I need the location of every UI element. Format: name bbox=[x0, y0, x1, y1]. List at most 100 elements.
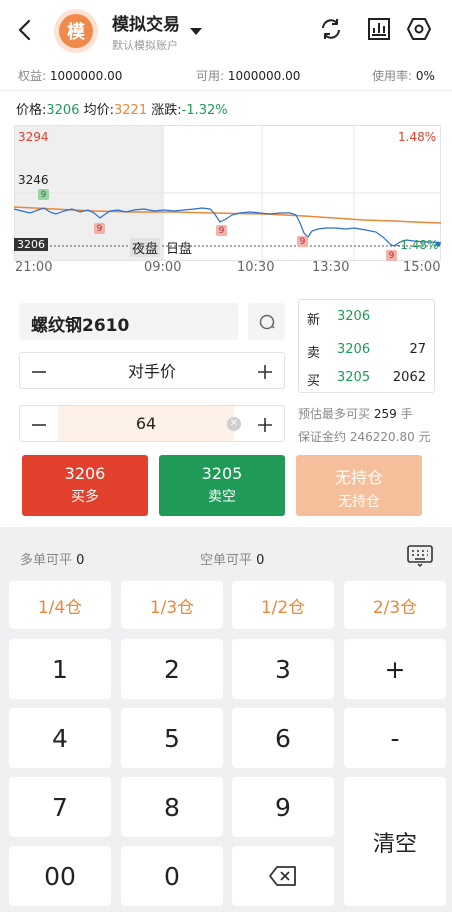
chart-high-pct: 1.48% bbox=[398, 130, 437, 144]
trade-marker[interactable]: 9 bbox=[38, 189, 49, 200]
trade-marker[interactable]: 9 bbox=[386, 250, 397, 261]
chart-high-price: 3294 bbox=[18, 130, 49, 144]
quantity-stepper[interactable]: 64 ✕ bbox=[19, 405, 285, 442]
quote-ask-row: 卖 3206 27 bbox=[307, 342, 426, 362]
page-title[interactable]: 模拟交易 bbox=[112, 10, 180, 35]
quantity-input[interactable]: 64 bbox=[58, 406, 234, 441]
settings-icon[interactable] bbox=[406, 16, 432, 42]
chart-icon[interactable] bbox=[366, 16, 392, 42]
price-value: 3206 bbox=[46, 103, 80, 118]
close-position-button[interactable]: 无持仓 无持仓 bbox=[296, 455, 422, 516]
backspace-icon bbox=[269, 866, 296, 886]
divider bbox=[0, 90, 452, 91]
time-label: 09:00 bbox=[144, 260, 182, 275]
clear-key[interactable]: 清空 bbox=[344, 777, 446, 906]
price-type-selector[interactable]: 对手价 bbox=[19, 352, 285, 389]
buy-price: 3206 bbox=[64, 464, 106, 483]
key-1[interactable]: 1 bbox=[9, 639, 111, 699]
ask-label: 卖 bbox=[307, 346, 321, 361]
avg-value: 3221 bbox=[114, 103, 148, 118]
key-4[interactable]: 4 bbox=[9, 708, 111, 768]
quantity-minus-button[interactable] bbox=[20, 406, 58, 443]
max-value: 259 bbox=[373, 407, 397, 421]
position-key-two-thirds[interactable]: 2/3仓 bbox=[344, 581, 446, 629]
key-0[interactable]: 0 bbox=[121, 846, 223, 906]
ask-price[interactable]: 3206 bbox=[337, 342, 370, 357]
trade-marker[interactable]: 9 bbox=[94, 223, 105, 234]
quantity-plus-button[interactable] bbox=[246, 406, 284, 443]
time-label: 15:00 bbox=[403, 260, 441, 275]
key-9[interactable]: 9 bbox=[232, 777, 334, 837]
price-type-label: 对手价 bbox=[127, 362, 176, 381]
refresh-icon[interactable] bbox=[318, 16, 344, 42]
key-00[interactable]: 00 bbox=[9, 846, 111, 906]
bid-label: 买 bbox=[307, 374, 321, 389]
long-close-label: 多单可平 bbox=[20, 553, 73, 568]
chart-lines bbox=[14, 125, 441, 261]
max-label: 预估最多可买 bbox=[298, 407, 371, 421]
price-label: 价格: bbox=[16, 103, 47, 118]
key-2[interactable]: 2 bbox=[121, 639, 223, 699]
keyboard-icon[interactable] bbox=[407, 545, 433, 567]
key-8[interactable]: 8 bbox=[121, 777, 223, 837]
avatar: 模 bbox=[54, 9, 98, 53]
key-3[interactable]: 3 bbox=[232, 639, 334, 699]
usage-value: 0% bbox=[415, 69, 435, 83]
plus-key[interactable]: + bbox=[344, 639, 446, 699]
key-5[interactable]: 5 bbox=[121, 708, 223, 768]
back-icon[interactable] bbox=[12, 16, 40, 44]
account-subtitle: 默认模拟账户 bbox=[112, 39, 178, 52]
latest-label: 新 bbox=[307, 313, 321, 328]
long-closable: 多单可平 0 bbox=[20, 549, 84, 568]
minus-key[interactable]: - bbox=[344, 708, 446, 768]
chart-low-price: 3206 bbox=[14, 238, 48, 251]
quote-panel: 新 3206 卖 3206 27 买 3205 2062 bbox=[298, 299, 435, 393]
bid-volume: 2062 bbox=[392, 370, 426, 385]
clear-input-icon[interactable]: ✕ bbox=[227, 417, 241, 431]
change-value: -1.32% bbox=[181, 103, 228, 118]
bid-price[interactable]: 3205 bbox=[337, 370, 370, 385]
short-close-label: 空单可平 bbox=[200, 553, 253, 568]
buy-long-button[interactable]: 3206 买多 bbox=[22, 455, 148, 516]
trade-marker[interactable]: 9 bbox=[297, 236, 308, 247]
position-key-half[interactable]: 1/2仓 bbox=[232, 581, 334, 629]
change-label: 涨跌: bbox=[151, 103, 182, 118]
time-label: 21:00 bbox=[15, 260, 53, 275]
margin-estimate: 保证金约 246220.80 元 bbox=[298, 428, 431, 445]
price-summary: 价格:3206 均价:3221 涨跌:-1.32% bbox=[16, 99, 228, 118]
short-close-value: 0 bbox=[256, 553, 265, 568]
contract-field[interactable]: 螺纹钢2610 bbox=[19, 303, 238, 340]
chart-mid-price: 3246 bbox=[18, 173, 49, 187]
key-7[interactable]: 7 bbox=[9, 777, 111, 837]
search-button[interactable] bbox=[248, 303, 285, 340]
price-minus-button[interactable] bbox=[20, 353, 58, 390]
latest-price[interactable]: 3206 bbox=[337, 309, 370, 324]
ask-volume: 27 bbox=[409, 342, 426, 357]
short-closable: 空单可平 0 bbox=[200, 549, 264, 568]
sell-short-button[interactable]: 3205 卖空 bbox=[159, 455, 285, 516]
search-icon bbox=[259, 314, 275, 329]
close-label: 无持仓 bbox=[334, 468, 383, 487]
price-plus-button[interactable] bbox=[246, 353, 284, 390]
time-label: 13:30 bbox=[312, 260, 350, 275]
chevron-down-icon[interactable] bbox=[190, 28, 202, 35]
max-unit: 手 bbox=[400, 407, 413, 421]
trade-marker[interactable]: 9 bbox=[216, 225, 227, 236]
margin-unit: 元 bbox=[418, 430, 431, 444]
avatar-char: 模 bbox=[59, 14, 93, 48]
margin-value: 246220.80 bbox=[349, 430, 415, 444]
quote-bid-row: 买 3205 2062 bbox=[307, 370, 426, 390]
available-label: 可用: bbox=[196, 69, 225, 83]
max-buy-estimate: 预估最多可买 259 手 bbox=[298, 405, 413, 422]
backspace-key[interactable] bbox=[232, 846, 334, 906]
usage: 使用率: 0% bbox=[372, 67, 435, 84]
day-session-label: 日盘 bbox=[166, 242, 193, 257]
equity-value: 1000000.00 bbox=[49, 69, 123, 83]
close-sublabel: 无持仓 bbox=[338, 494, 380, 510]
key-6[interactable]: 6 bbox=[232, 708, 334, 768]
position-key-third[interactable]: 1/3仓 bbox=[121, 581, 223, 629]
position-key-quarter[interactable]: 1/4仓 bbox=[9, 581, 111, 629]
quote-latest-row: 新 3206 bbox=[307, 309, 426, 329]
avg-label: 均价: bbox=[83, 103, 115, 118]
equity: 权益: 1000000.00 bbox=[18, 67, 122, 84]
